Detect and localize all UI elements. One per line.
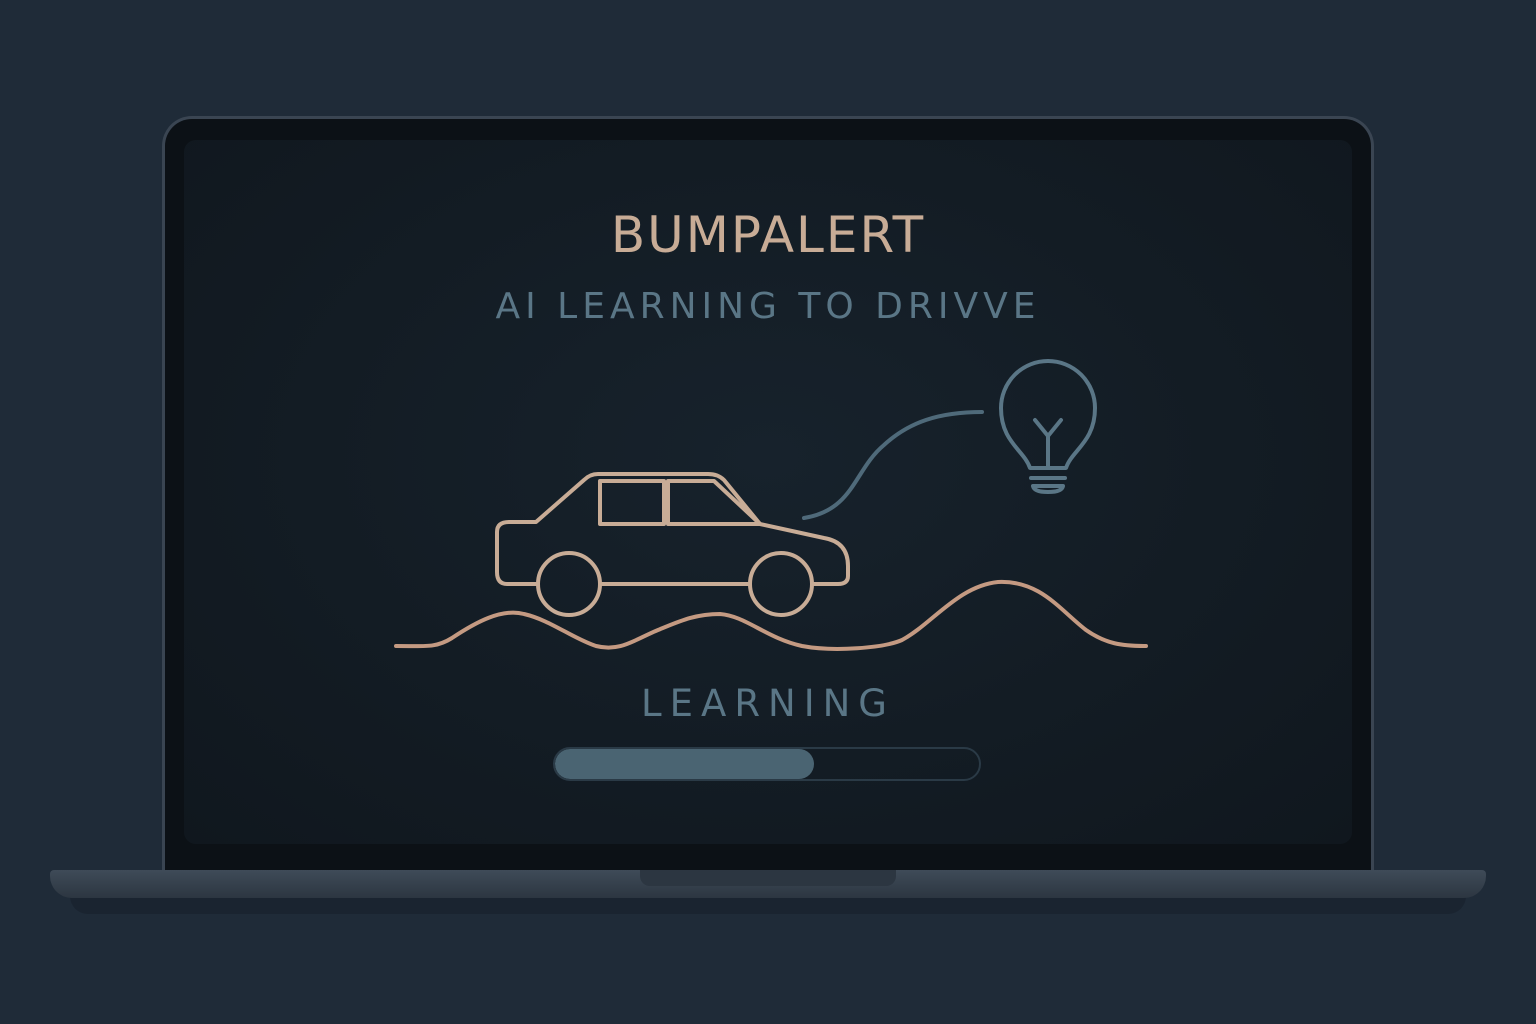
- lightbulb-icon: [999, 359, 1097, 494]
- idea-link-curve: [802, 410, 984, 520]
- screen: BUMPALERT AI LEARNING TO DRIVVE LEARNING: [184, 140, 1352, 844]
- laptop-base-shadow: [70, 896, 1466, 914]
- progress-bar: [553, 747, 981, 781]
- progress-fill: [555, 749, 814, 779]
- illustration: [394, 359, 1148, 651]
- status-label: LEARNING: [641, 682, 895, 725]
- laptop-notch: [640, 870, 896, 886]
- car-icon: [495, 472, 850, 617]
